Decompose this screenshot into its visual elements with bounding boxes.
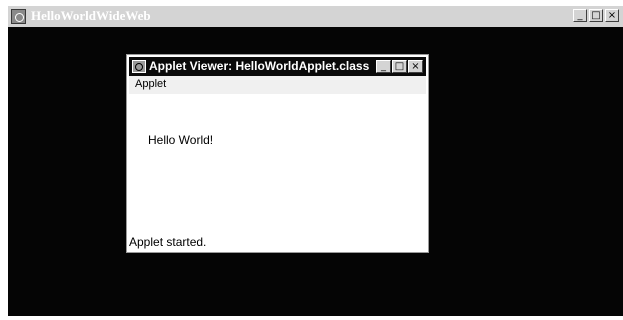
applet-status-text: Applet started. — [129, 235, 207, 249]
applet-content-area[interactable]: Hello World! — [129, 94, 426, 228]
applet-viewer-close-button[interactable]: × — [408, 60, 423, 73]
applet-hello-text: Hello World! — [148, 133, 214, 147]
outer-window-controls: _ □ × — [573, 9, 619, 22]
applet-viewer-title: Applet Viewer: HelloWorldApplet.class — [149, 59, 370, 73]
outer-title-bar[interactable]: HelloWorldWideWeb _ □ × — [8, 6, 623, 27]
menu-applet[interactable]: Applet — [135, 78, 166, 90]
applet-viewer-minimize-button[interactable]: _ — [376, 60, 391, 73]
java-cup-icon[interactable] — [132, 60, 146, 73]
applet-viewer-window: Applet Viewer: HelloWorldApplet.class _ … — [126, 54, 429, 253]
applet-viewer-title-bar[interactable]: Applet Viewer: HelloWorldApplet.class _ … — [129, 57, 426, 76]
applet-viewer-controls: _ □ × — [376, 60, 423, 73]
applet-viewer-maximize-button[interactable]: □ — [392, 60, 407, 73]
outer-minimize-button[interactable]: _ — [573, 9, 587, 22]
outer-window-title: HelloWorldWideWeb — [31, 8, 151, 23]
applet-viewer-menubar: Applet — [129, 76, 426, 94]
outer-maximize-button[interactable]: □ — [589, 9, 603, 22]
outer-close-button[interactable]: × — [605, 9, 619, 22]
java-cup-icon[interactable] — [11, 9, 26, 24]
